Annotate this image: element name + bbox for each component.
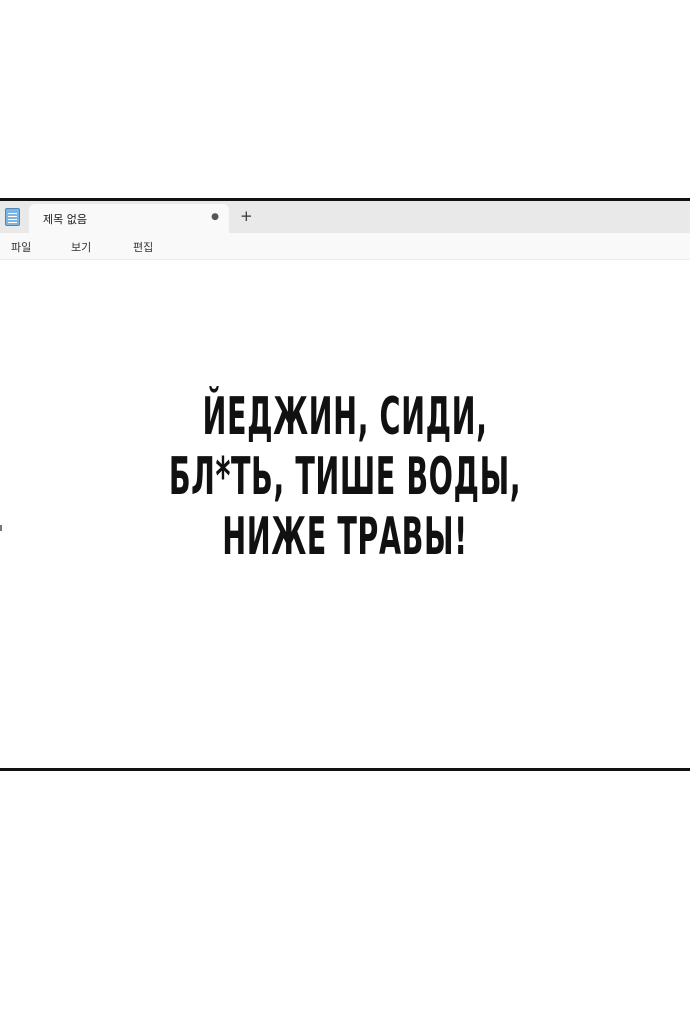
text-line-3: НИЖЕ ТРАВЫ! [222, 507, 468, 567]
notepad-icon [5, 208, 20, 226]
menu-bar: 파일 보기 편집 [0, 233, 690, 260]
tab-title: 제목 없음 [43, 213, 87, 226]
text-line-1: ЙЕДЖИН, СИДИ, [202, 387, 488, 447]
menu-view[interactable]: 보기 [71, 239, 91, 255]
menu-file[interactable]: 파일 [11, 239, 31, 255]
tab-untitled[interactable]: 제목 없음 ● [29, 204, 229, 233]
tab-bar: 제목 없음 ● + [0, 201, 690, 233]
text-editor-area[interactable]: ЙЕДЖИН, СИДИ, БЛ*ТЬ, ТИШЕ ВОДЫ, НИЖЕ ТРА… [0, 260, 690, 765]
notepad-window: 제목 없음 ● + 파일 보기 편집 ЙЕДЖИН, СИДИ, БЛ*ТЬ, … [0, 198, 690, 771]
editor-text: ЙЕДЖИН, СИДИ, БЛ*ТЬ, ТИШЕ ВОДЫ, НИЖЕ ТРА… [0, 387, 690, 567]
new-tab-button[interactable]: + [240, 206, 253, 226]
unsaved-dot-icon[interactable]: ● [211, 212, 219, 222]
menu-edit[interactable]: 편집 [133, 239, 153, 255]
text-line-2: БЛ*ТЬ, ТИШЕ ВОДЫ, [168, 447, 522, 507]
